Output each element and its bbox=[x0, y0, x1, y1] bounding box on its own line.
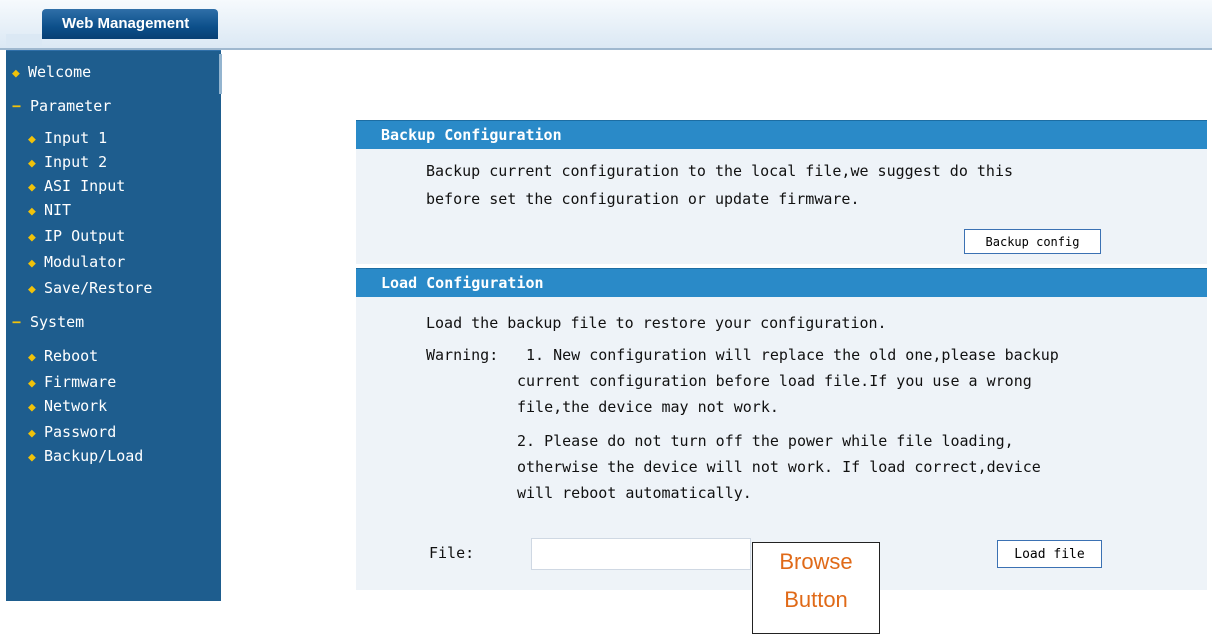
warning-label: Warning: bbox=[426, 346, 499, 364]
load-file-button[interactable]: Load file bbox=[997, 540, 1102, 568]
warning-2-line1: 2. Please do not turn off the power whil… bbox=[517, 432, 1014, 450]
sidebar-item-label: Network bbox=[44, 397, 108, 415]
warning-1-line2: current configuration before load file.I… bbox=[517, 372, 1032, 390]
sidebar-item-input-1[interactable]: ◆ Input 1 bbox=[28, 128, 107, 148]
sidebar-item-label: Modulator bbox=[44, 253, 126, 271]
sidebar-item-label: IP Output bbox=[44, 227, 126, 245]
bullet-icon: ◆ bbox=[28, 282, 36, 297]
bullet-icon: ◆ bbox=[28, 450, 36, 465]
bullet-icon: ◆ bbox=[28, 204, 36, 219]
sidebar-item-modulator[interactable]: ◆ Modulator bbox=[28, 252, 125, 272]
sidebar-item-label: Input 1 bbox=[44, 129, 108, 147]
sidebar-item-input-2[interactable]: ◆ Input 2 bbox=[28, 152, 107, 172]
sidebar-item-label: Password bbox=[44, 423, 117, 441]
browse-button-callout[interactable]: Browse Button bbox=[752, 542, 880, 634]
callout-line2: Button bbox=[784, 587, 848, 612]
callout-line1: Browse bbox=[779, 549, 853, 574]
file-path-input[interactable] bbox=[531, 538, 751, 570]
sidebar-item-label: Backup/Load bbox=[44, 447, 144, 465]
bullet-icon: ◆ bbox=[12, 66, 20, 81]
sidebar-item-password[interactable]: ◆ Password bbox=[28, 422, 116, 442]
sidebar-edge bbox=[219, 54, 222, 94]
sidebar-item-ip-output[interactable]: ◆ IP Output bbox=[28, 226, 125, 246]
brand-tab: Web Management bbox=[42, 9, 218, 39]
backup-config-button[interactable]: Backup config bbox=[964, 229, 1101, 254]
sidebar-item-nit[interactable]: ◆ NIT bbox=[28, 200, 71, 220]
backup-panel: Backup Configuration Backup current conf… bbox=[356, 120, 1207, 264]
load-intro: Load the backup file to restore your con… bbox=[426, 314, 887, 332]
sidebar-group-label: System bbox=[30, 313, 85, 331]
sidebar-item-label: NIT bbox=[44, 201, 72, 219]
warning-1-line3: file,the device may not work. bbox=[517, 398, 779, 416]
backup-panel-title: Backup Configuration bbox=[356, 120, 1207, 149]
collapse-icon: − bbox=[12, 97, 22, 115]
backup-description-line1: Backup current configuration to the loca… bbox=[426, 162, 1013, 180]
sidebar-item-welcome[interactable]: ◆ Welcome bbox=[12, 62, 91, 82]
sidebar-item-label: Reboot bbox=[44, 347, 99, 365]
sidebar-item-label: ASI Input bbox=[44, 177, 126, 195]
load-panel-title: Load Configuration bbox=[356, 268, 1207, 297]
sidebar-group-system[interactable]: − System bbox=[12, 312, 84, 332]
sidebar-item-label: Welcome bbox=[28, 63, 92, 81]
sidebar-item-save-restore[interactable]: ◆ Save/Restore bbox=[28, 278, 152, 298]
bullet-icon: ◆ bbox=[28, 180, 36, 195]
bullet-icon: ◆ bbox=[28, 256, 36, 271]
sidebar-group-parameter[interactable]: − Parameter bbox=[12, 96, 111, 116]
sidebar-group-label: Parameter bbox=[30, 97, 112, 115]
sidebar-item-label: Input 2 bbox=[44, 153, 108, 171]
bullet-icon: ◆ bbox=[28, 230, 36, 245]
bullet-icon: ◆ bbox=[28, 156, 36, 171]
sidebar-item-asi-input[interactable]: ◆ ASI Input bbox=[28, 176, 125, 196]
bullet-icon: ◆ bbox=[28, 376, 36, 391]
warning-1-line1: 1. New configuration will replace the ol… bbox=[526, 346, 1059, 364]
sidebar-item-firmware[interactable]: ◆ Firmware bbox=[28, 372, 116, 392]
file-label: File: bbox=[429, 544, 475, 562]
warning-2-line2: otherwise the device will not work. If l… bbox=[517, 458, 1041, 476]
sidebar-item-label: Firmware bbox=[44, 373, 117, 391]
header-decor bbox=[6, 34, 42, 48]
sidebar-item-label: Save/Restore bbox=[44, 279, 153, 297]
sidebar-item-backup-load[interactable]: ◆ Backup/Load bbox=[28, 446, 143, 466]
collapse-icon: − bbox=[12, 313, 22, 331]
sidebar-item-network[interactable]: ◆ Network bbox=[28, 396, 107, 416]
bullet-icon: ◆ bbox=[28, 132, 36, 147]
backup-description-line2: before set the configuration or update f… bbox=[426, 190, 860, 208]
brand-title: Web Management bbox=[62, 15, 190, 32]
bullet-icon: ◆ bbox=[28, 426, 36, 441]
sidebar-item-reboot[interactable]: ◆ Reboot bbox=[28, 346, 98, 366]
bullet-icon: ◆ bbox=[28, 350, 36, 365]
warning-2-line3: will reboot automatically. bbox=[517, 484, 752, 502]
bullet-icon: ◆ bbox=[28, 400, 36, 415]
